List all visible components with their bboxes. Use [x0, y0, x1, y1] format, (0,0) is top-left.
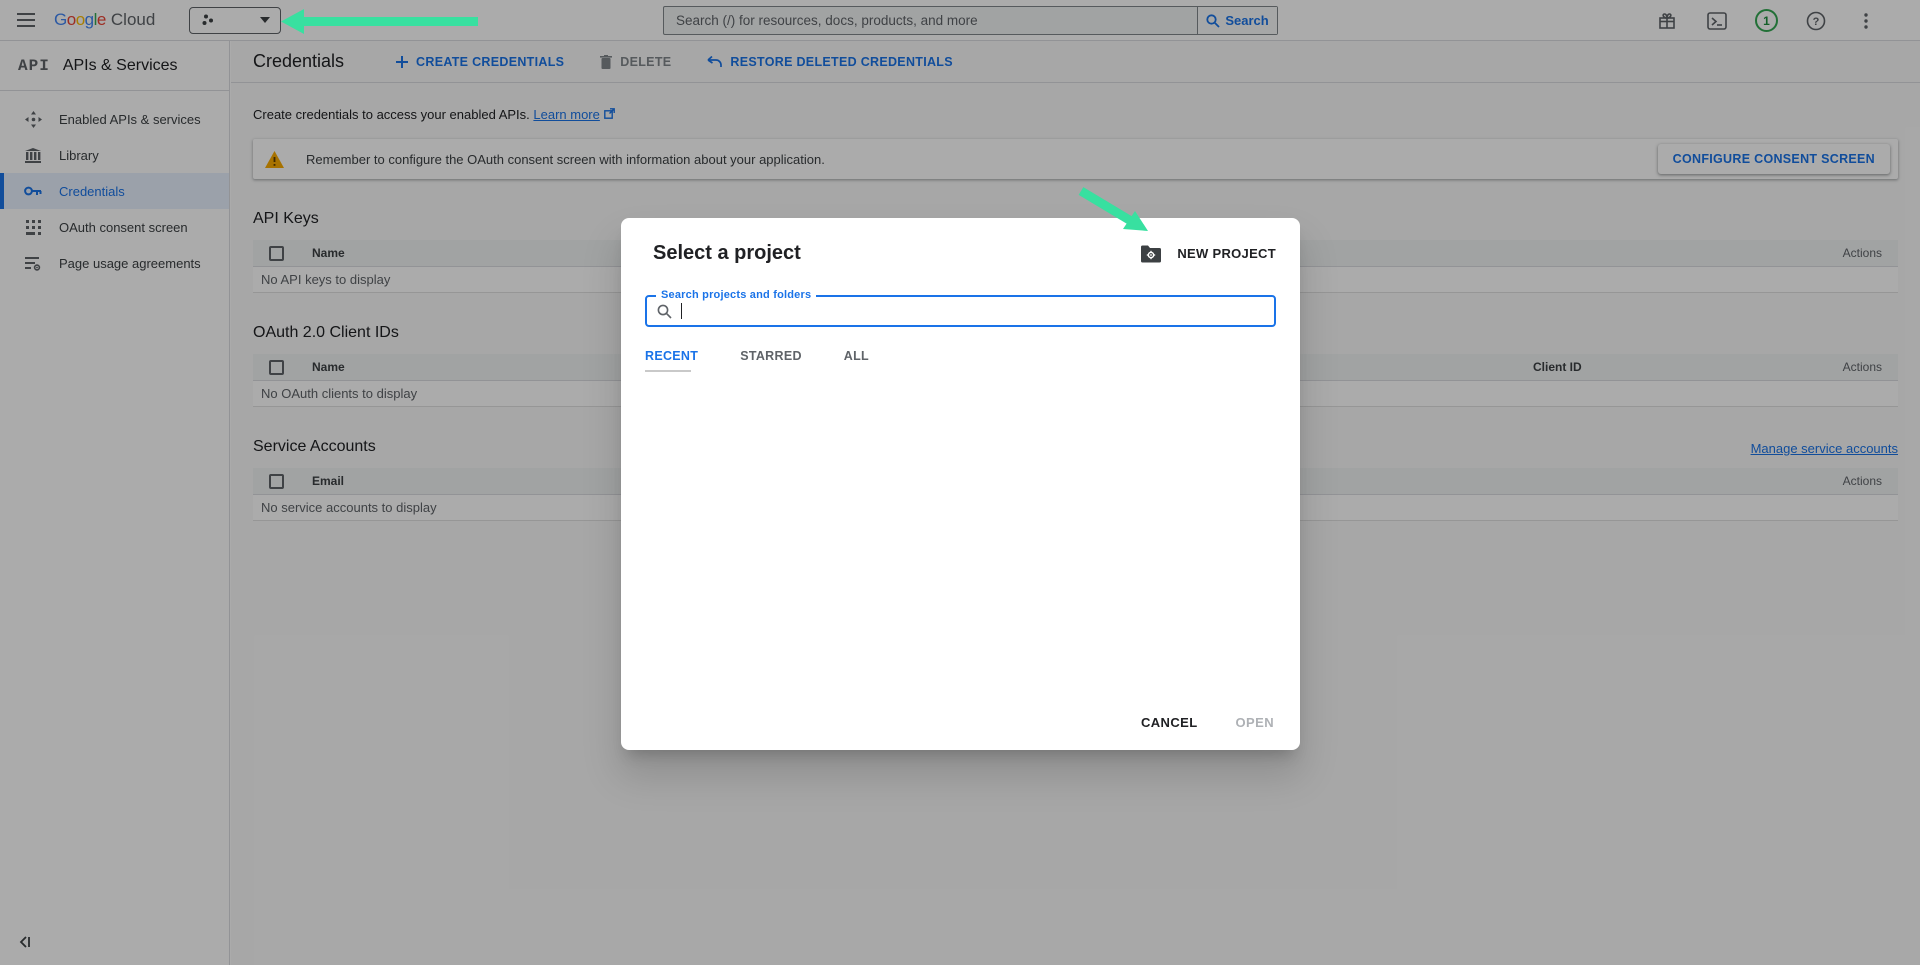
cancel-button[interactable]: CANCEL — [1141, 715, 1198, 730]
project-search-input[interactable] — [680, 303, 1264, 319]
new-project-label: NEW PROJECT — [1177, 246, 1276, 261]
dialog-tabs: RECENT STARRED ALL — [621, 349, 1300, 370]
dialog-title: Select a project — [653, 242, 801, 265]
search-icon — [657, 304, 672, 319]
text-caret — [681, 303, 682, 319]
new-project-button[interactable]: NEW PROJECT — [1140, 245, 1276, 263]
new-project-folder-icon — [1140, 245, 1162, 263]
tab-all[interactable]: ALL — [844, 349, 869, 370]
open-button[interactable]: OPEN — [1236, 715, 1274, 730]
active-tab-indicator — [645, 370, 691, 372]
search-field-label: Search projects and folders — [656, 289, 816, 301]
tab-starred[interactable]: STARRED — [740, 349, 802, 370]
project-search-field[interactable]: Search projects and folders — [645, 295, 1276, 327]
tab-recent[interactable]: RECENT — [645, 349, 698, 370]
select-project-dialog: Select a project NEW PROJECT Search proj… — [621, 218, 1300, 750]
